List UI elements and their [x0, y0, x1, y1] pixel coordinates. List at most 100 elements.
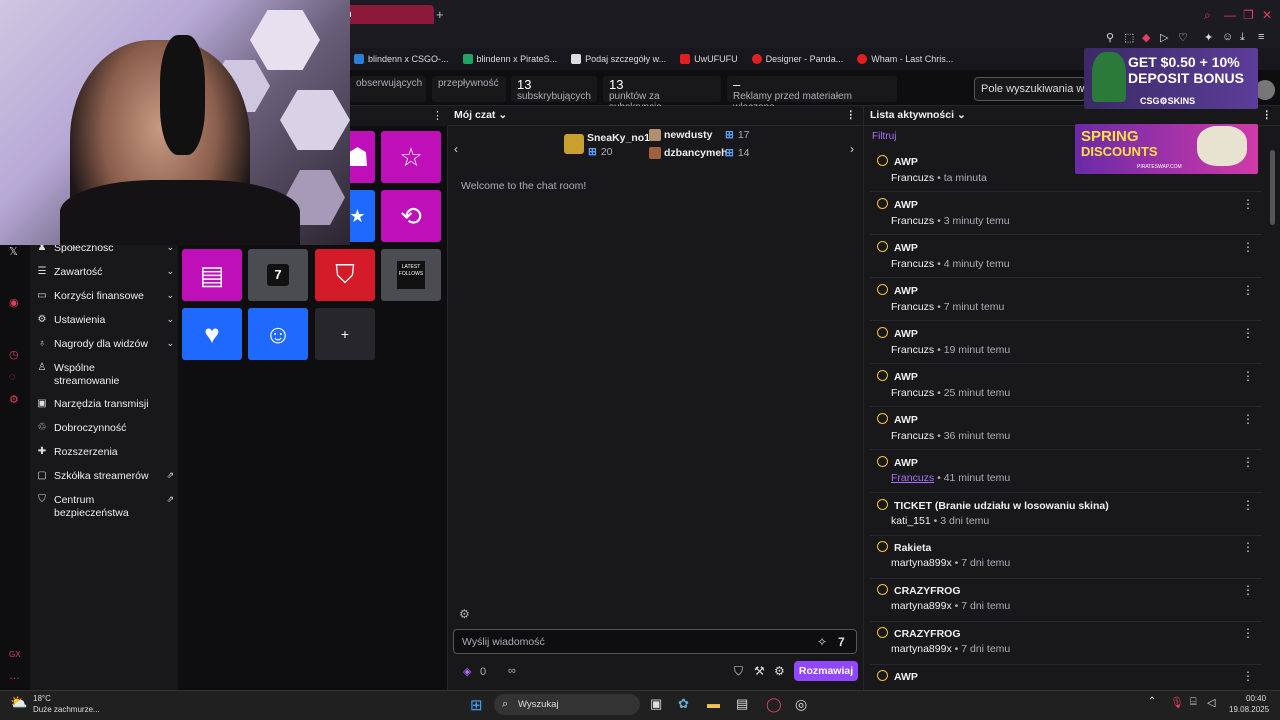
browser-tab-active[interactable]: h	[338, 5, 434, 24]
extensions-icon[interactable]: ✦	[1204, 31, 1213, 44]
steam-icon[interactable]: ◎	[795, 696, 807, 713]
bookmark-1[interactable]: blindenn x CSGO-...	[354, 54, 449, 64]
gear-icon[interactable]: ⚙	[9, 393, 19, 406]
avatar[interactable]	[1255, 80, 1275, 100]
quick-action-star[interactable]: ☆	[381, 131, 441, 183]
gear-icon[interactable]: ⚙	[774, 664, 785, 678]
start-icon[interactable]: ⊞	[470, 696, 483, 714]
activity-user[interactable]: Francuzs	[891, 172, 934, 184]
more-options-icon[interactable]: ⋮	[1242, 326, 1254, 340]
clock-time[interactable]: 00:40	[1246, 694, 1266, 703]
copilot-icon[interactable]: ✿	[678, 696, 689, 712]
more-options-icon[interactable]: ⋮	[1242, 498, 1254, 512]
maximize-icon[interactable]: ❐	[1243, 8, 1254, 22]
activity-item[interactable]: AWP Francuzs • 7 minut temu ⋮	[870, 279, 1262, 321]
activity-user[interactable]: Francuzs	[891, 301, 934, 313]
volume-icon[interactable]: ◁	[1207, 696, 1215, 709]
more-options-icon[interactable]: ⋮	[1242, 412, 1254, 426]
play-icon[interactable]: ▷	[1160, 31, 1168, 44]
activity-item[interactable]: CRAZYFROG martyna899x • 7 dni temu ⋮	[870, 580, 1262, 622]
activity-item[interactable]: AWP Francuzs • 36 minut temu ⋮	[870, 408, 1262, 450]
channel-points-icon[interactable]: ◈	[463, 665, 471, 678]
quick-action-layout[interactable]: ▤	[182, 249, 242, 301]
opera-gx-icon[interactable]: ◯	[766, 696, 782, 713]
activity-user[interactable]: Francuzs	[891, 215, 934, 227]
quick-action-clip[interactable]: ⟲	[381, 190, 441, 242]
sidebar-item-viewer-rewards[interactable]: ♁ Nagrody dla widzów ⌄	[36, 338, 174, 351]
taskbar-search[interactable]: ⌕ Wyszukaj	[494, 694, 640, 715]
store-icon[interactable]: ▤	[736, 696, 748, 712]
emote-icon[interactable]: ✧	[817, 635, 827, 649]
more-options-icon[interactable]: ⋮	[1242, 540, 1254, 554]
more-options-icon[interactable]: ⋮	[1242, 669, 1254, 683]
sidebar-item-stream-tools[interactable]: ▣ Narzędzia transmisji	[36, 398, 174, 411]
chevron-up-icon[interactable]: ⌃	[1148, 696, 1156, 707]
7tv-icon[interactable]: 7	[838, 635, 845, 649]
activity-user[interactable]: martyna899x	[891, 557, 952, 569]
search-icon[interactable]: ⌕	[1204, 8, 1211, 23]
activity-item[interactable]: AWP ⋮	[870, 666, 1262, 690]
activity-item[interactable]: AWP Francuzs • 41 minut temu ⋮	[870, 451, 1262, 493]
quick-action-heart[interactable]: ♥	[182, 308, 242, 360]
gifter-1[interactable]: SneaKy_no1	[587, 132, 650, 144]
activity-header[interactable]: Lista aktywności ⌄ ⋮	[864, 106, 1280, 126]
activity-user[interactable]: Francuzs	[891, 344, 934, 356]
more-options-icon[interactable]: ⋮	[1242, 197, 1254, 211]
bookmark-5[interactable]: Designer - Panda...	[751, 54, 843, 64]
quick-action-7tv[interactable]: 7	[248, 249, 308, 301]
record-icon[interactable]: ◉	[9, 296, 19, 309]
sidebar-item-collab[interactable]: ♙ Wspólne streamowanie	[36, 362, 174, 388]
bookmark-2[interactable]: blindenn x PirateS...	[462, 54, 557, 64]
screenshot-icon[interactable]: ⬚	[1124, 31, 1134, 44]
sidebar-item-content[interactable]: ☰ Zawartość ⌄	[36, 266, 174, 279]
quick-action-latest-follows[interactable]: LATEST FOLLOWS	[381, 249, 441, 301]
pirateswap-ad[interactable]: SPRING DISCOUNTS PIRATESWAP.COM	[1075, 124, 1258, 174]
bookmark-4[interactable]: UwUFUFU	[680, 54, 738, 64]
task-view-icon[interactable]: ▣	[650, 696, 662, 712]
more-options-icon[interactable]: ⋮	[432, 109, 443, 122]
mod-tools-icon[interactable]: ⚒	[754, 664, 765, 678]
messenger-icon[interactable]: ◌	[9, 371, 16, 383]
minimize-icon[interactable]: —	[1224, 8, 1236, 22]
chat-input[interactable]: Wyślij wiadomość	[453, 629, 857, 654]
sidebar-item-creator-camp[interactable]: ▢ Szkółka streamerów ⇗	[36, 470, 174, 483]
shield-icon[interactable]: ⛉	[734, 664, 743, 679]
add-quick-action-button[interactable]: +	[315, 308, 375, 360]
activity-user[interactable]: martyna899x	[891, 643, 952, 655]
activity-item[interactable]: AWP Francuzs • 3 minuty temu ⋮	[870, 193, 1262, 235]
activity-item[interactable]: CRAZYFROG martyna899x • 7 dni temu ⋮	[870, 623, 1262, 665]
chat-send-button[interactable]: Rozmawiaj	[794, 661, 858, 681]
chat-settings-icon[interactable]: ⚙	[459, 607, 470, 621]
sidebar-item-monetization[interactable]: ▭ Korzyści finansowe ⌄	[36, 290, 174, 303]
sidebar-item-extensions[interactable]: ✚ Rozszerzenia	[36, 446, 174, 459]
file-explorer-icon[interactable]: ▬	[707, 696, 720, 711]
gifter-3[interactable]: dzbancymeh	[664, 147, 728, 159]
activity-item[interactable]: AWP Francuzs • 4 minuty temu ⋮	[870, 236, 1262, 278]
pin-icon[interactable]: ⚲	[1106, 31, 1114, 44]
more-options-icon[interactable]: ⋮	[1242, 455, 1254, 469]
more-options-icon[interactable]: ⋮	[1242, 583, 1254, 597]
csgoskins-ad[interactable]: GET $0.50 + 10% DEPOSIT BONUS CSG⚙SKINS	[1084, 48, 1258, 109]
history-icon[interactable]: ◷	[9, 348, 19, 361]
menu-icon[interactable]: ≡	[1258, 31, 1264, 43]
gifter-2[interactable]: newdusty	[664, 129, 712, 141]
more-options-icon[interactable]: ⋮	[846, 109, 857, 121]
search-input[interactable]: Pole wyszukiwania w pa	[974, 77, 1086, 101]
more-options-icon[interactable]: ⋮	[1262, 109, 1273, 121]
bookmark-3[interactable]: Podaj szczegóły w...	[571, 54, 666, 64]
clock-date[interactable]: 19.08.2025	[1229, 705, 1269, 714]
activity-user[interactable]: Francuzs	[891, 430, 934, 442]
more-options-icon[interactable]: ⋮	[1242, 283, 1254, 297]
more-icon[interactable]: …	[9, 670, 20, 682]
chat-header[interactable]: Mój czat ⌄ ⋮	[448, 106, 864, 126]
more-options-icon[interactable]: ⋮	[1242, 626, 1254, 640]
chevron-right-icon[interactable]: ›	[850, 142, 854, 156]
new-tab-button[interactable]: +	[436, 7, 444, 22]
activity-item[interactable]: AWP Francuzs • 19 minut temu ⋮	[870, 322, 1262, 364]
quick-action-smile[interactable]: ☺	[248, 308, 308, 360]
chevron-left-icon[interactable]: ‹	[454, 142, 458, 156]
bookmark-6[interactable]: Wham - Last Chris...	[857, 54, 953, 64]
network-icon[interactable]: ⌸	[1190, 696, 1197, 709]
more-options-icon[interactable]: ⋮	[1242, 240, 1254, 254]
gx-icon[interactable]: GX	[9, 650, 21, 659]
